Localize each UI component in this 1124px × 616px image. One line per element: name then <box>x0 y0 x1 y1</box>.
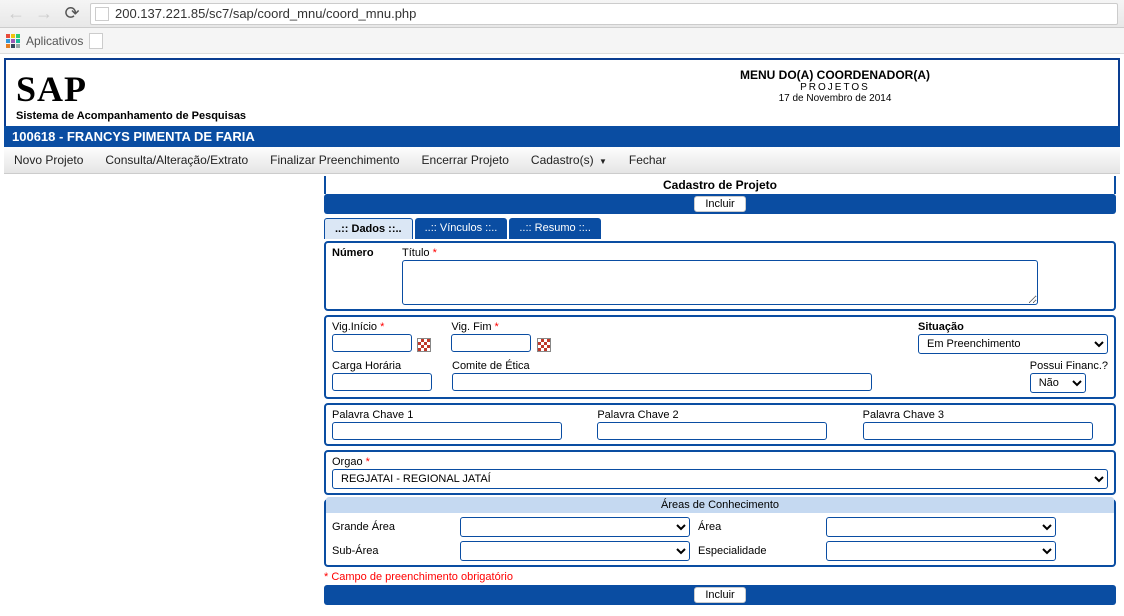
areas-header: Áreas de Conhecimento <box>326 497 1114 513</box>
label-sub-area: Sub-Área <box>332 545 452 557</box>
incluir-button-bottom[interactable]: Incluir <box>694 587 745 603</box>
menu-cadastros[interactable]: Cadastro(s) ▼ <box>531 153 607 167</box>
vig-inicio-input[interactable] <box>332 334 412 352</box>
forward-button[interactable]: → <box>34 3 54 24</box>
reload-button[interactable]: ⟳ <box>62 3 82 24</box>
vig-fim-input[interactable] <box>451 334 531 352</box>
app-header: SAP Sistema de Acompanhamento de Pesquis… <box>4 58 1120 126</box>
document-icon[interactable] <box>89 33 103 49</box>
label-pc2: Palavra Chave 2 <box>597 409 842 421</box>
label-comite: Comite de Ética <box>452 360 1010 372</box>
required-footnote: * Campo de preenchimento obrigatório <box>324 571 1116 583</box>
tab-dados[interactable]: ..:: Dados ::.. <box>324 218 413 239</box>
menu-bar: Novo Projeto Consulta/Alteração/Extrato … <box>4 147 1120 174</box>
label-especialidade: Especialidade <box>698 545 818 557</box>
tab-vinculos[interactable]: ..:: Vínculos ::.. <box>415 218 508 239</box>
logo: SAP <box>16 68 562 110</box>
menu-date: 17 de Novembro de 2014 <box>562 93 1108 104</box>
label-financ: Possui Financ.? <box>1030 360 1108 372</box>
menu-fechar[interactable]: Fechar <box>629 153 666 167</box>
pc3-input[interactable] <box>863 422 1093 440</box>
url-bar[interactable]: 200.137.221.85/sc7/sap/coord_mnu/coord_m… <box>90 3 1118 25</box>
label-pc1: Palavra Chave 1 <box>332 409 577 421</box>
incluir-button-top[interactable]: Incluir <box>694 196 745 212</box>
label-vig-inicio: Vig.Início * <box>332 321 431 333</box>
apps-label[interactable]: Aplicativos <box>26 34 83 48</box>
pc1-input[interactable] <box>332 422 562 440</box>
calendar-icon[interactable] <box>537 338 551 352</box>
titulo-textarea[interactable] <box>402 260 1038 305</box>
menu-finalizar[interactable]: Finalizar Preenchimento <box>270 153 399 167</box>
bottom-action-bar: Incluir <box>324 585 1116 605</box>
label-titulo: Título * <box>402 247 1108 259</box>
comite-input[interactable] <box>452 373 872 391</box>
especialidade-select[interactable] <box>826 541 1056 561</box>
label-situacao: Situação <box>918 321 1108 333</box>
label-orgao: Orgao * <box>332 456 1108 468</box>
menu-consulta[interactable]: Consulta/Alteração/Extrato <box>105 153 248 167</box>
menu-encerrar[interactable]: Encerrar Projeto <box>422 153 509 167</box>
area-select[interactable] <box>826 517 1056 537</box>
carga-input[interactable] <box>332 373 432 391</box>
apps-icon[interactable] <box>6 34 20 48</box>
sub-area-select[interactable] <box>460 541 690 561</box>
financ-select[interactable]: Não <box>1030 373 1086 393</box>
page-icon <box>95 7 109 21</box>
user-bar: 100618 - FRANCYS PIMENTA DE FARIA <box>4 126 1120 147</box>
logo-subtitle: Sistema de Acompanhamento de Pesquisas <box>16 110 562 122</box>
label-carga: Carga Horária <box>332 360 432 372</box>
back-button[interactable]: ← <box>6 3 26 24</box>
label-pc3: Palavra Chave 3 <box>863 409 1108 421</box>
chevron-down-icon: ▼ <box>599 157 607 166</box>
menu-title: MENU DO(A) COORDENADOR(A) <box>562 68 1108 82</box>
menu-novo-projeto[interactable]: Novo Projeto <box>14 153 83 167</box>
panel-title: Cadastro de Projeto <box>324 176 1116 194</box>
calendar-icon[interactable] <box>417 338 431 352</box>
grande-area-select[interactable] <box>460 517 690 537</box>
label-numero: Número <box>332 247 382 259</box>
menu-subtitle: PROJETOS <box>562 82 1108 93</box>
top-action-bar: Incluir <box>324 194 1116 214</box>
label-grande-area: Grande Área <box>332 521 452 533</box>
pc2-input[interactable] <box>597 422 827 440</box>
label-area: Área <box>698 521 818 533</box>
label-vig-fim: Vig. Fim * <box>451 321 550 333</box>
situacao-select[interactable]: Em Preenchimento <box>918 334 1108 354</box>
url-text: 200.137.221.85/sc7/sap/coord_mnu/coord_m… <box>115 6 416 21</box>
tab-resumo[interactable]: ..:: Resumo ::.. <box>509 218 601 239</box>
orgao-select[interactable]: REGJATAI - REGIONAL JATAÍ <box>332 469 1108 489</box>
